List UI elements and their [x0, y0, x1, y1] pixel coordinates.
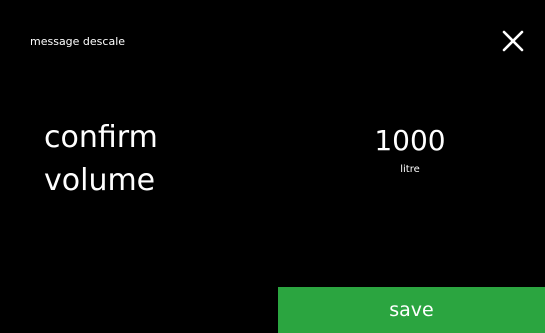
- close-icon: [502, 30, 524, 52]
- confirm-volume-prompt: confirm volume: [44, 116, 158, 202]
- descale-volume-screen: message descale confirm volume 1000 litr…: [0, 0, 545, 333]
- screen-title: message descale: [30, 35, 126, 48]
- close-button[interactable]: [500, 28, 526, 54]
- prompt-line-volume: volume: [44, 163, 156, 198]
- prompt-line-confirm: confirm: [44, 120, 158, 155]
- volume-value-display: 1000 litre: [340, 124, 480, 176]
- save-button[interactable]: save: [278, 287, 545, 333]
- volume-unit: litre: [400, 164, 420, 175]
- volume-value: 1000: [374, 124, 446, 157]
